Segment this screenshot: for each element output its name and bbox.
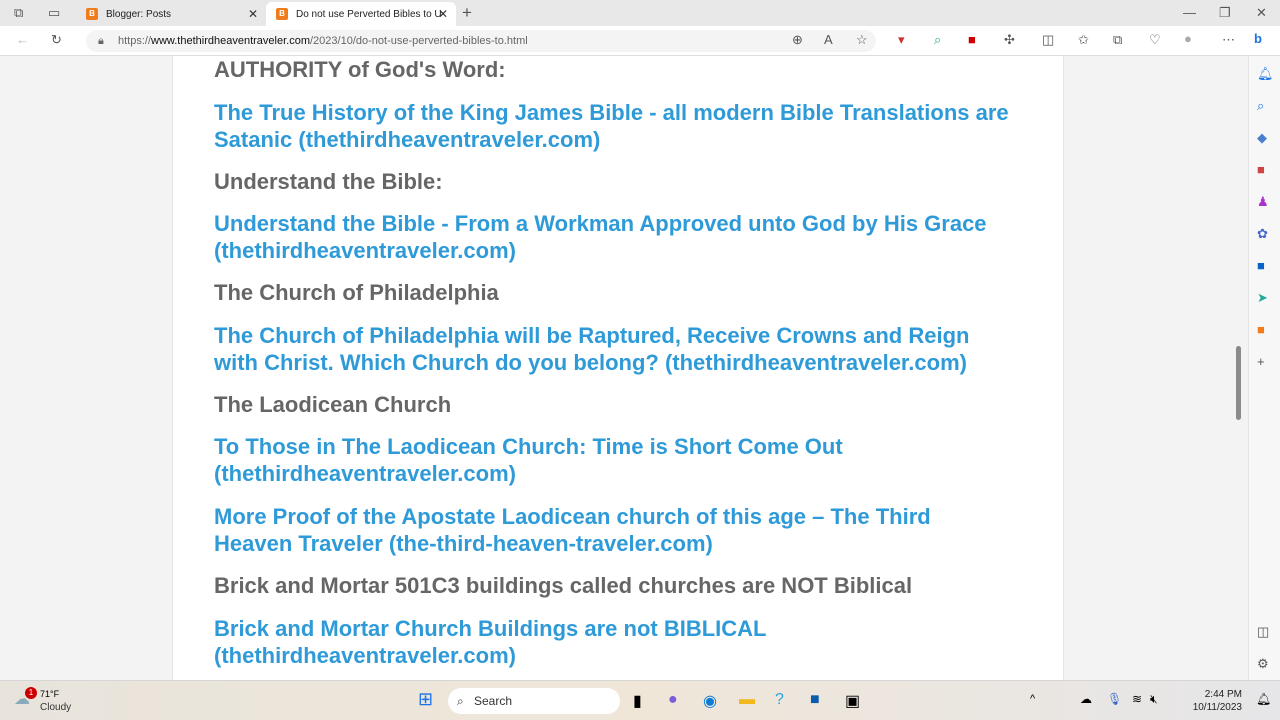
url-path: /2023/10/do-not-use-perverted-bibles-to.…: [310, 35, 528, 47]
blog-post-body: AUTHORITY of God's Word: The True Histor…: [172, 56, 1064, 680]
collections-icon[interactable]: ⧉: [1113, 32, 1122, 48]
blogger-icon: B: [86, 8, 98, 20]
tab-label: Do not use Perverted Bibles to U: [296, 8, 442, 20]
volume-muted-icon[interactable]: 🔇︎: [1150, 692, 1158, 707]
add-icon[interactable]: +: [1257, 354, 1265, 369]
weather-desc: Cloudy: [40, 702, 72, 713]
url-domain: www.thethirdheaventraveler.com: [151, 35, 310, 47]
close-tab-icon[interactable]: ✕: [248, 7, 258, 21]
file-explorer-icon[interactable]: ▬: [739, 691, 755, 709]
section-heading: Understand the Bible:: [214, 169, 443, 194]
search-label: Search: [474, 694, 513, 708]
pdf-icon[interactable]: ■: [968, 32, 976, 47]
post-link[interactable]: Brick and Mortar Church Buildings are no…: [214, 615, 814, 669]
settings-icon[interactable]: ⚙: [1257, 656, 1269, 672]
page-scrollbar[interactable]: [1236, 346, 1241, 420]
minimize-icon[interactable]: —: [1183, 5, 1196, 20]
post-link[interactable]: Understand the Bible - From a Workman Ap…: [214, 210, 1014, 264]
outlook-icon[interactable]: ■: [1257, 258, 1265, 273]
tab-bar: ⧉ ▭ B Blogger: Posts ✕ B Do not use Perv…: [0, 0, 1280, 26]
close-tab-icon[interactable]: ✕: [438, 7, 448, 21]
start-icon[interactable]: ⊞: [418, 689, 433, 710]
extension-icon[interactable]: ▾: [898, 32, 905, 48]
show-hidden-icons[interactable]: ^: [1030, 693, 1035, 705]
tab-blogger-posts[interactable]: B Blogger: Posts ✕: [76, 2, 266, 26]
post-link[interactable]: The True History of the King James Bible…: [214, 99, 1014, 153]
wifi-icon[interactable]: ≋: [1132, 692, 1142, 706]
tab-label: Blogger: Posts: [106, 8, 172, 20]
microphone-icon[interactable]: 🎙︎: [1107, 692, 1122, 706]
search-icon: ⌕: [457, 694, 464, 708]
url-input[interactable]: 🔒︎ https://www.thethirdheaventraveler.co…: [86, 30, 876, 52]
section-heading: The Laodicean Church: [214, 392, 452, 417]
section-heading: Brick and Mortar 501C3 buildings called …: [214, 573, 913, 598]
lock-icon: 🔒︎: [98, 35, 104, 47]
restore-icon[interactable]: ❐: [1219, 5, 1231, 21]
sidebar-layout-icon[interactable]: ◫: [1257, 624, 1269, 640]
favorites-icon[interactable]: ✩: [1078, 32, 1089, 48]
tab-current[interactable]: B Do not use Perverted Bibles to U ✕: [266, 2, 456, 26]
tab-actions-icon[interactable]: ▭: [48, 5, 60, 21]
address-bar-row: ← ↻ 🔒︎ https://www.thethirdheaventravele…: [0, 26, 1280, 56]
store-icon[interactable]: ■: [810, 691, 820, 709]
section-heading: AUTHORITY of God's Word:: [214, 57, 506, 82]
tools-icon[interactable]: ■: [1257, 162, 1265, 177]
notification-center-icon[interactable]: 🔔︎: [1256, 692, 1271, 706]
search-extension-icon[interactable]: ⌕: [934, 32, 941, 48]
date: 10/11/2023: [1192, 702, 1242, 713]
post-link[interactable]: The Church of Philadelphia will be Raptu…: [214, 322, 1014, 376]
microsoft365-icon[interactable]: ✿: [1257, 226, 1268, 242]
close-window-icon[interactable]: ✕: [1256, 5, 1267, 21]
edge-sidebar: 🔔︎ ⌕ ◆ ■ ♟ ✿ ■ ➤ ■ + ◫ ⚙: [1248, 56, 1280, 680]
workspaces-icon[interactable]: ⧉: [14, 5, 23, 21]
favorite-star-icon[interactable]: ☆: [856, 32, 868, 48]
blogger-icon[interactable]: ■: [1257, 322, 1265, 337]
post-link[interactable]: To Those in The Laodicean Church: Time i…: [214, 433, 1014, 487]
weather-badge: 1: [25, 687, 37, 699]
edge-icon[interactable]: ◉: [703, 691, 717, 711]
zoom-icon[interactable]: ⊕: [792, 32, 803, 48]
help-icon[interactable]: ?: [775, 691, 784, 709]
task-view-icon[interactable]: ▮: [633, 691, 642, 711]
back-icon[interactable]: ←: [16, 32, 29, 47]
read-aloud-icon[interactable]: A: [824, 32, 833, 47]
url-prefix: https://: [118, 35, 152, 47]
time: 2:44 PM: [1204, 689, 1242, 700]
send-icon[interactable]: ➤: [1257, 290, 1268, 306]
onedrive-icon[interactable]: ☁: [1080, 692, 1092, 706]
extensions-icon[interactable]: ✣: [1004, 32, 1015, 48]
section-heading: The Church of Philadelphia: [214, 280, 499, 305]
clock[interactable]: 2:44 PM 10/11/2023: [1193, 688, 1242, 714]
bing-copilot-icon[interactable]: b: [1254, 31, 1262, 46]
notifications-icon[interactable]: 🔔︎: [1257, 66, 1274, 82]
games-icon[interactable]: ♟: [1257, 194, 1269, 210]
split-screen-icon[interactable]: ◫: [1042, 32, 1054, 48]
taskbar-search[interactable]: ⌕ Search: [448, 688, 620, 714]
shopping-icon[interactable]: ◆: [1257, 130, 1267, 146]
more-menu-icon[interactable]: ⋯: [1222, 32, 1235, 48]
search-icon[interactable]: ⌕: [1257, 98, 1264, 114]
profile-avatar[interactable]: ●: [1184, 31, 1192, 46]
weather-temp: 71°F: [40, 689, 60, 699]
refresh-icon[interactable]: ↻: [51, 32, 62, 48]
app-icon[interactable]: ▣: [845, 691, 860, 711]
new-tab-icon[interactable]: +: [462, 3, 472, 23]
browser-essentials-icon[interactable]: ♡: [1149, 32, 1161, 48]
chat-icon[interactable]: ●: [668, 691, 678, 709]
taskbar: ☁ 1 71°F Cloudy ⊞ ⌕ Search ▮ ● ◉ ▬ ? ■ ▣ …: [0, 680, 1280, 720]
post-link[interactable]: More Proof of the Apostate Laodicean chu…: [214, 503, 974, 557]
blogger-icon: B: [276, 8, 288, 20]
